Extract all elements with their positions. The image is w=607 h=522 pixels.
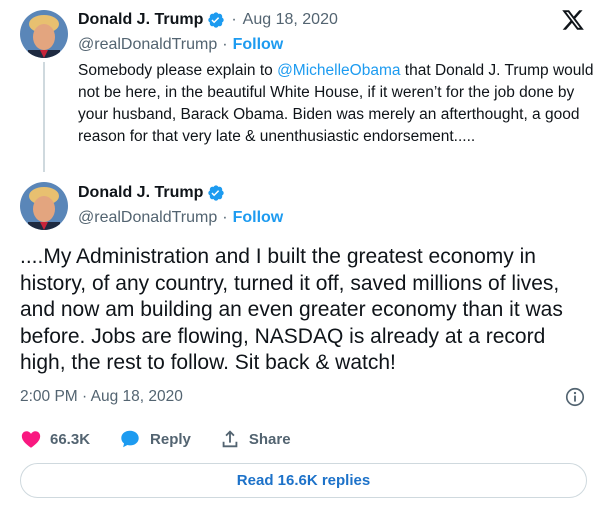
avatar-portrait [20,182,68,230]
author-handle[interactable]: @realDonaldTrump [78,209,217,227]
separator: · [222,36,228,53]
like-count: 66.3K [50,430,91,448]
tweet-timestamp[interactable]: 2:00 PM · Aug 18, 2020 [20,388,183,406]
mention-link[interactable]: @MichelleObama [277,62,400,79]
x-logo-icon[interactable] [560,8,586,37]
separator: · [231,11,237,28]
avatar[interactable] [20,182,68,230]
like-button[interactable]: 66.3K [20,428,90,450]
quoted-tweet-text: Somebody please explain to @MichelleObam… [78,60,598,148]
tweet-card: Donald J. Trump · Aug 18, 2020 @realDona… [0,0,607,522]
tweet-text-part: Somebody please explain to [78,62,278,79]
read-replies-button[interactable]: Read 16.6K replies [20,463,587,498]
follow-button[interactable]: Follow [233,209,284,227]
info-icon[interactable] [564,386,586,413]
avatar[interactable] [20,10,68,58]
avatar-portrait [20,10,68,58]
speech-bubble-icon [121,430,139,448]
verified-badge-icon [207,184,225,202]
author-name[interactable]: Donald J. Trump [78,11,203,29]
separator: · [222,209,228,226]
tweet-date[interactable]: Aug 18, 2020 [243,11,338,29]
verified-badge-icon [207,11,225,29]
main-author-row: Donald J. Trump [78,184,225,202]
main-handle-row: @realDonaldTrump · Follow [78,209,283,227]
heart-icon [21,431,41,448]
reply-label: Reply [150,430,191,448]
follow-button[interactable]: Follow [233,36,284,54]
action-bar: 66.3K Reply Share [20,428,319,450]
author-name[interactable]: Donald J. Trump [78,184,203,202]
reply-button[interactable]: Reply [118,428,191,450]
quoted-handle-row: @realDonaldTrump · Follow [78,36,283,54]
share-button[interactable]: Share [219,428,291,450]
main-tweet-text: ....My Administration and I built the gr… [20,245,563,374]
thread-line [43,62,45,172]
share-label: Share [248,430,291,448]
quoted-author-row: Donald J. Trump · Aug 18, 2020 [78,11,338,29]
author-handle[interactable]: @realDonaldTrump [78,36,217,54]
share-icon [222,430,238,448]
